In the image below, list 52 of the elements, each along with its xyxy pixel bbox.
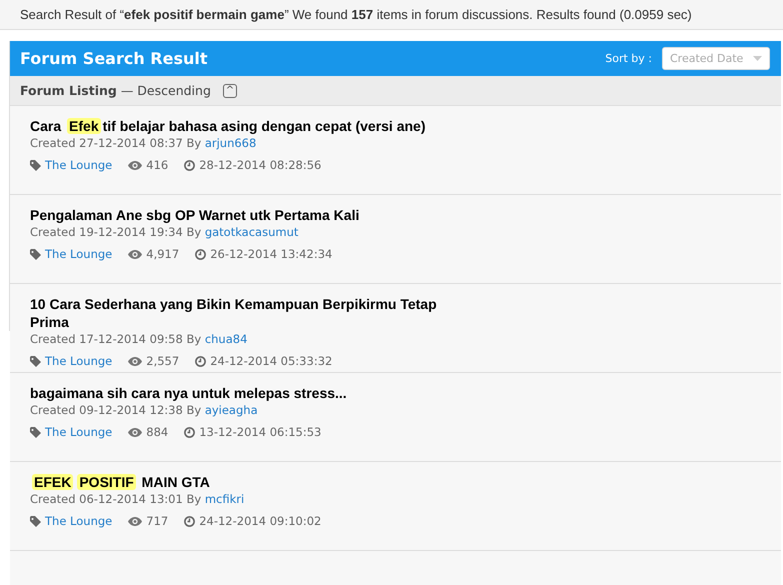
author-link[interactable]: mcfikri: [204, 492, 244, 506]
thread-title[interactable]: Pengalaman Ane sbg OP Warnet utk Pertama Kali: [30, 206, 470, 224]
thread-title[interactable]: bagaimana sih cara nya untuk melepas stress...: [30, 384, 470, 402]
view-count: 2,557: [146, 354, 180, 368]
created-text: Created 06-12-2014 13:01 By: [30, 492, 202, 506]
category-link[interactable]: The Lounge: [45, 158, 112, 172]
thread-title[interactable]: EFEK POSITIF MAIN GTA: [30, 473, 470, 491]
author-link[interactable]: gatotkacasumut: [204, 225, 298, 239]
collapse-button[interactable]: ^: [222, 84, 237, 98]
author-link[interactable]: ayieagha: [204, 403, 258, 417]
listing-label: Forum Listing — Descending: [20, 83, 211, 98]
author-link[interactable]: arjun668: [204, 136, 256, 150]
last-post-time: 24-12-2014 09:10:02: [199, 514, 322, 528]
clock-icon: [184, 516, 196, 526]
last-post-time: 28-12-2014 08:28:56: [199, 158, 322, 172]
clock-icon: [195, 356, 206, 366]
view-count: 4,917: [146, 247, 180, 261]
tag-icon: [30, 248, 41, 260]
tag-icon: [30, 426, 41, 438]
view-count: 416: [146, 158, 168, 172]
sort-dropdown[interactable]: Created Date: [662, 47, 770, 70]
clock-icon: [184, 160, 196, 170]
search-summary: Search Result of “efek positif bermain game” We found 157 items in forum discussions. Results found (0.0959 sec): [20, 7, 692, 22]
clock-icon: [184, 426, 196, 438]
last-post-time: 13-12-2014 06:15:53: [199, 425, 322, 439]
view-count: 717: [146, 514, 168, 528]
last-post-time: 24-12-2014 05:33:32: [210, 354, 332, 368]
created-text: Created 27-12-2014 08:37 By: [30, 136, 202, 150]
created-text: Created 09-12-2014 12:38 By: [30, 403, 202, 417]
view-count: 884: [146, 425, 168, 439]
eye-icon: [128, 516, 142, 526]
created-text: Created 19-12-2014 19:34 By: [30, 225, 202, 239]
sort-label: Sort by :: [605, 52, 652, 65]
last-post-time: 26-12-2014 13:42:34: [210, 247, 332, 261]
clock-icon: [195, 248, 206, 260]
eye-icon: [128, 160, 142, 170]
tag-icon: [30, 356, 41, 366]
author-link[interactable]: chua84: [204, 332, 248, 346]
eye-icon: [128, 356, 142, 366]
caret-icon: [753, 56, 762, 61]
created-text: Created 17-12-2014 09:58 By: [30, 332, 202, 346]
thread-title[interactable]: Cara Efek tif belajar bahasa asing dengan cepat (versi ane): [30, 117, 470, 135]
thread-title[interactable]: 10 Cara Sederhana yang Bikin Kemampuan Berpikirmu Tetap Prima: [30, 295, 470, 331]
category-link[interactable]: The Lounge: [45, 247, 112, 261]
tag-icon: [30, 160, 41, 170]
eye-icon: [128, 428, 142, 436]
category-link[interactable]: The Lounge: [45, 514, 112, 528]
eye-icon: [128, 250, 142, 258]
tag-icon: [30, 516, 41, 526]
category-link[interactable]: The Lounge: [45, 354, 112, 368]
panel-title: Forum Search Result: [20, 49, 209, 68]
category-link[interactable]: The Lounge: [45, 425, 112, 439]
